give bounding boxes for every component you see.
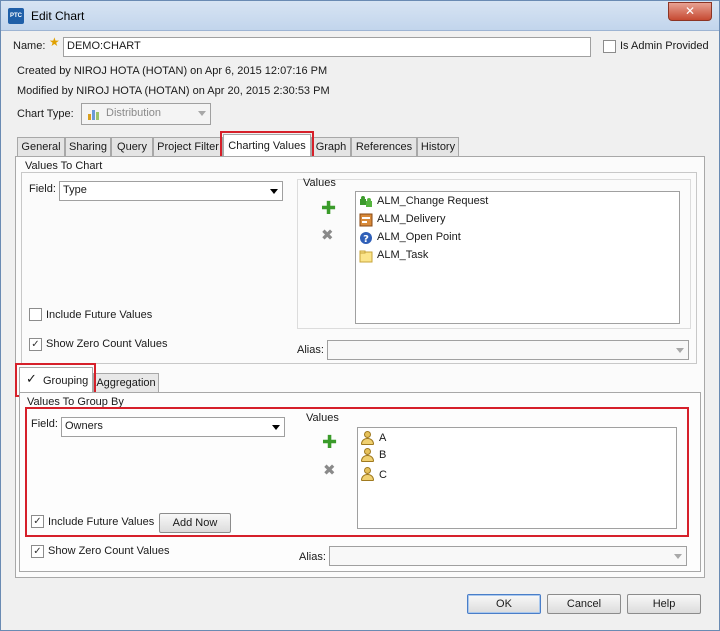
created-info: Created by NIROJ HOTA (HOTAN) on Apr 6, … [17, 65, 328, 77]
cancel-button[interactable]: Cancel [547, 594, 621, 614]
name-label: Name: [13, 40, 46, 52]
delivery-icon [359, 213, 373, 227]
chart-show-zero-checkbox[interactable]: ✓ [29, 338, 42, 351]
distribution-chart-icon [88, 110, 99, 120]
remove-value-icon[interactable]: ✖ [321, 228, 334, 243]
group-alias-input[interactable] [329, 546, 687, 566]
add-value-icon[interactable]: ✚ [321, 199, 336, 217]
highlight-charting-values-tab [220, 131, 314, 159]
svg-text:?: ? [363, 234, 369, 245]
tab-history[interactable]: History [417, 137, 459, 156]
chart-values-list[interactable]: ALM_Change Request ALM_Delivery ? ALM_Op… [355, 191, 680, 324]
list-item[interactable]: ALM_Change Request [377, 195, 488, 207]
list-item[interactable]: ALM_Open Point [377, 231, 461, 243]
close-button[interactable]: ✕ [668, 2, 712, 21]
question-icon: ? [360, 232, 372, 245]
list-item[interactable]: ALM_Task [377, 249, 428, 261]
chart-field-value: Type [63, 184, 87, 196]
puzzle-icon [360, 196, 372, 207]
chart-field-label: Field: [29, 183, 56, 195]
values-to-chart-title: Values To Chart [25, 160, 103, 172]
tab-references[interactable]: References [351, 137, 417, 156]
chart-alias-input[interactable] [327, 340, 689, 360]
admin-provided-label: Is Admin Provided [620, 40, 709, 52]
window-title: Edit Chart [31, 9, 85, 23]
group-show-zero-checkbox[interactable]: ✓ [31, 545, 44, 558]
chevron-down-icon [270, 189, 278, 194]
subtab-aggregation[interactable]: Aggregation [93, 373, 159, 392]
tab-project-filter[interactable]: Project Filter [153, 137, 223, 156]
group-show-zero-label: Show Zero Count Values [48, 545, 170, 557]
chart-type-select[interactable]: Distribution [81, 103, 211, 125]
ok-button[interactable]: OK [467, 594, 541, 614]
highlight-grouping-values [25, 407, 689, 537]
modified-info: Modified by NIROJ HOTA (HOTAN) on Apr 20… [17, 85, 330, 97]
tab-query[interactable]: Query [111, 137, 153, 156]
required-star-icon: ★ [49, 35, 60, 49]
admin-provided-checkbox[interactable] [603, 40, 616, 53]
tab-graph[interactable]: Graph [311, 137, 351, 156]
tab-general[interactable]: General [17, 137, 65, 156]
name-input[interactable]: DEMO:CHART [63, 37, 591, 57]
ptc-logo-icon: PTC [8, 8, 24, 24]
chart-type-label: Chart Type: [17, 108, 74, 120]
chart-type-value: Distribution [106, 107, 162, 119]
chart-alias-label: Alias: [297, 344, 324, 356]
chart-include-future-checkbox[interactable] [29, 308, 42, 321]
tab-sharing[interactable]: Sharing [65, 137, 111, 156]
chart-field-select[interactable]: Type [59, 181, 283, 201]
title-bar[interactable]: PTC Edit Chart ✕ [1, 1, 719, 31]
edit-chart-dialog: PTC Edit Chart ✕ Name: ★ DEMO:CHART Is A… [0, 0, 720, 631]
group-alias-label: Alias: [299, 551, 326, 563]
chart-include-future-label: Include Future Values [46, 309, 153, 321]
chart-show-zero-label: Show Zero Count Values [46, 338, 168, 350]
chevron-down-icon [198, 111, 206, 116]
chart-values-label: Values [303, 177, 336, 189]
help-button[interactable]: Help [627, 594, 701, 614]
folder-icon [359, 250, 373, 263]
chevron-down-icon [676, 348, 684, 353]
list-item[interactable]: ALM_Delivery [377, 213, 445, 225]
chevron-down-icon [674, 554, 682, 559]
